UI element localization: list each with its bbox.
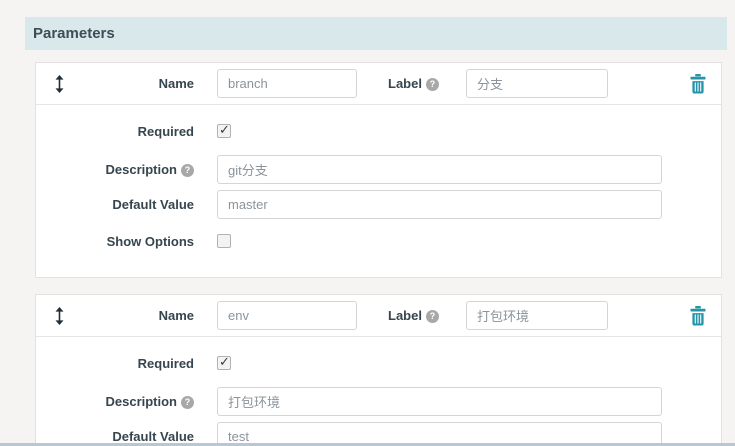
- param-card-branch: Name Label?: [35, 62, 722, 278]
- label-input[interactable]: [466, 69, 608, 98]
- label-label: Label?: [388, 295, 439, 337]
- trash-icon: [690, 305, 706, 325]
- help-icon[interactable]: ?: [425, 310, 439, 323]
- required-row: Required: [36, 353, 721, 373]
- delete-parameter-button[interactable]: [690, 305, 706, 326]
- description-input[interactable]: [217, 155, 662, 184]
- param-card-header: Name Label?: [36, 63, 721, 105]
- parameters-page: Parameters Name Label?: [0, 0, 735, 446]
- parameters-section-header: Parameters: [25, 17, 727, 50]
- label-input[interactable]: [466, 301, 608, 330]
- required-row: Required: [36, 121, 721, 141]
- param-card-env: Name Label?: [35, 294, 722, 446]
- default-value-row: Default Value: [36, 190, 721, 219]
- help-icon[interactable]: ?: [181, 396, 194, 409]
- param-card-body: Required Description? Default Value Show…: [36, 105, 721, 277]
- description-row: Description?: [36, 155, 721, 184]
- name-input[interactable]: [217, 301, 357, 330]
- delete-parameter-button[interactable]: [690, 73, 706, 94]
- required-label: Required: [137, 355, 194, 371]
- name-label: Name: [158, 308, 194, 323]
- show-options-checkbox[interactable]: [217, 234, 231, 248]
- description-label: Description?: [36, 394, 194, 409]
- show-options-label: Show Options: [106, 233, 194, 249]
- default-value-input[interactable]: [217, 190, 662, 219]
- label-label: Label?: [388, 63, 439, 105]
- param-card-header: Name Label?: [36, 295, 721, 337]
- trash-icon: [690, 73, 706, 93]
- required-checkbox[interactable]: [217, 354, 231, 370]
- parameters-list: Name Label?: [35, 62, 722, 446]
- default-value-label: Default Value: [112, 197, 194, 212]
- required-label: Required: [137, 123, 194, 139]
- help-icon[interactable]: ?: [425, 78, 439, 91]
- required-checkbox[interactable]: [217, 122, 231, 138]
- help-icon[interactable]: ?: [181, 164, 194, 177]
- name-input[interactable]: [217, 69, 357, 98]
- default-value-label: Default Value: [112, 429, 194, 444]
- description-row: Description?: [36, 387, 721, 416]
- show-options-row: Show Options: [36, 231, 721, 251]
- name-label: Name: [158, 76, 194, 91]
- param-card-body: Required Description? Default Value Show…: [36, 337, 721, 446]
- description-input[interactable]: [217, 387, 662, 416]
- section-title: Parameters: [33, 25, 115, 42]
- description-label: Description?: [36, 162, 194, 177]
